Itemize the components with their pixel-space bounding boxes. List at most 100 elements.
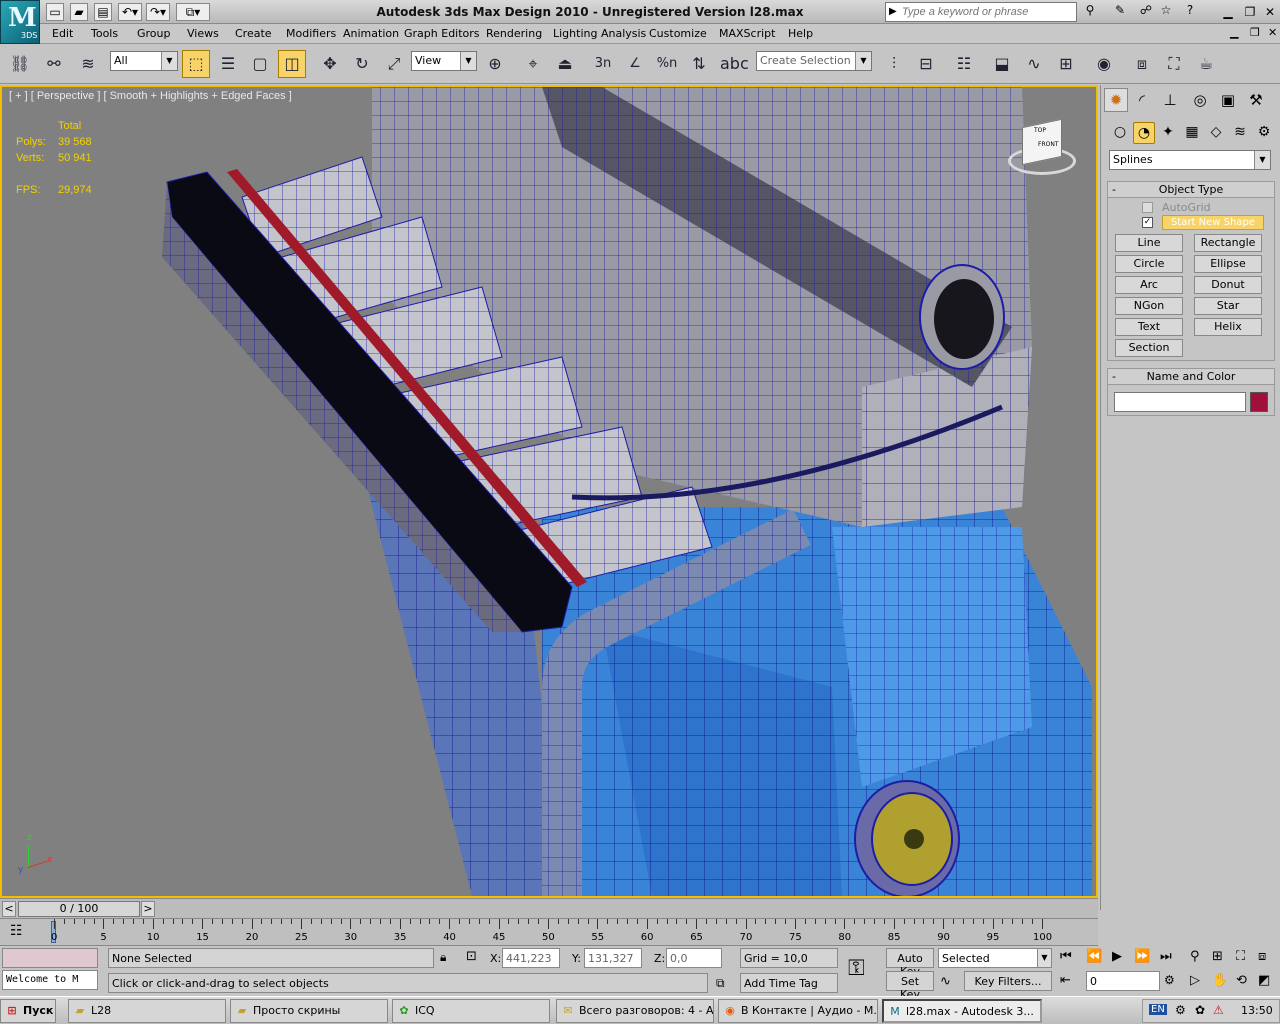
start-new-shape-button[interactable]: Start New Shape <box>1162 215 1264 230</box>
menu-graph-editors[interactable]: Graph Editors <box>404 27 480 40</box>
minimize-icon[interactable]: ▁ <box>1220 4 1236 20</box>
project-folder-icon[interactable]: ⧉▾ <box>176 3 210 21</box>
select-and-link-icon[interactable]: ⛓ <box>6 50 34 78</box>
geometry-category-icon[interactable]: ○ <box>1109 122 1131 144</box>
absolute-mode-icon[interactable]: ⊡ <box>466 949 477 964</box>
motion-tab-icon[interactable]: ◎ <box>1188 88 1212 112</box>
menu-help[interactable]: Help <box>788 27 813 40</box>
shape-type-combo[interactable]: Splines ▼ <box>1109 150 1271 170</box>
subscription-icon[interactable]: ✎ <box>1110 3 1130 21</box>
modify-tab-icon[interactable]: ◜ <box>1130 88 1154 112</box>
time-config-icon[interactable]: ⚙ <box>1164 973 1175 987</box>
keyboard-shortcut-icon[interactable]: ⏏ <box>551 50 579 78</box>
time-slider-thumb[interactable]: 0 / 100 <box>18 901 140 917</box>
search-expand-icon[interactable]: ▶ <box>889 6 897 17</box>
task-conversations[interactable]: ✉ Всего разговоров: 4 - А... <box>556 999 714 1023</box>
schematic-view-icon[interactable]: ⊞ <box>1052 50 1080 78</box>
create-tab-icon[interactable]: ✹ <box>1104 88 1128 112</box>
utilities-tab-icon[interactable]: ⚒ <box>1244 88 1268 112</box>
render-setup-icon[interactable]: ⧈ <box>1128 50 1156 78</box>
menu-lighting-analysis[interactable]: Lighting Analysis <box>553 27 646 40</box>
go-to-start-icon[interactable]: ⏮ <box>1060 949 1072 964</box>
close-icon[interactable]: ✕ <box>1262 4 1278 20</box>
zoom-extents-all-icon[interactable]: ⧈ <box>1258 949 1266 964</box>
restore-icon[interactable]: ❐ <box>1242 4 1258 20</box>
graphite-modeling-icon[interactable]: ⬓ <box>988 50 1016 78</box>
pan-icon[interactable]: ✋ <box>1212 973 1228 988</box>
search-input[interactable] <box>886 3 1076 21</box>
key-icon[interactable]: ⚿ <box>848 956 865 981</box>
select-by-name-icon[interactable]: ☰ <box>214 50 242 78</box>
task-browser[interactable]: ◉ В Контакте | Аудио - М... <box>718 999 878 1023</box>
new-file-icon[interactable]: ▭ <box>46 3 64 21</box>
time-prev-icon[interactable]: < <box>2 901 16 917</box>
object-name-field[interactable] <box>1114 392 1246 412</box>
display-tab-icon[interactable]: ▣ <box>1216 88 1240 112</box>
object-color-swatch[interactable] <box>1250 392 1268 412</box>
spinner-snap-icon[interactable]: ⇅ <box>685 50 713 78</box>
text-button[interactable]: Text <box>1115 318 1183 336</box>
doc-restore-icon[interactable]: ❐ <box>1250 26 1260 39</box>
field-of-view-icon[interactable]: ▷ <box>1190 973 1200 988</box>
autogrid-checkbox[interactable] <box>1142 202 1153 213</box>
current-frame-field[interactable]: 0 <box>1086 971 1160 991</box>
chevron-down-icon[interactable]: ▼ <box>1037 949 1051 967</box>
key-mode-toggle-icon[interactable]: ⇤ <box>1060 973 1071 988</box>
doc-minimize-icon[interactable]: ▁ <box>1230 26 1238 39</box>
unlink-icon[interactable]: ⚯ <box>40 50 68 78</box>
align-icon[interactable]: ⊟ <box>912 50 940 78</box>
circle-button[interactable]: Circle <box>1115 255 1183 273</box>
select-manipulate-icon[interactable]: ⌖ <box>519 50 547 78</box>
donut-button[interactable]: Donut <box>1194 276 1262 294</box>
z-coord-field[interactable]: 0,0 <box>666 948 722 968</box>
menu-edit[interactable]: Edit <box>52 27 73 40</box>
shapes-category-icon[interactable]: ◔ <box>1133 122 1155 144</box>
named-selection-combo[interactable]: Create Selection Se ▼ <box>756 51 872 71</box>
binoculars-icon[interactable]: ⚲ <box>1080 3 1100 21</box>
add-time-tag-button[interactable]: Add Time Tag <box>740 973 838 993</box>
doc-close-icon[interactable]: ✕ <box>1268 26 1277 39</box>
angle-snap-icon[interactable]: ∠ <box>621 50 649 78</box>
percent-snap-icon[interactable]: %n <box>653 50 681 78</box>
star-button[interactable]: Star <box>1194 297 1262 315</box>
rectangle-button[interactable]: Rectangle <box>1194 234 1262 252</box>
undo-icon[interactable]: ↶▾ <box>118 3 142 21</box>
pivot-center-icon[interactable]: ⊕ <box>481 50 509 78</box>
next-frame-icon[interactable]: ⏩ <box>1134 949 1150 964</box>
open-file-icon[interactable]: ▰ <box>70 3 88 21</box>
time-next-icon[interactable]: > <box>141 901 155 917</box>
menu-animation[interactable]: Animation <box>343 27 399 40</box>
curve-editor-mini-icon[interactable]: ☷ <box>10 923 23 939</box>
save-file-icon[interactable]: ▤ <box>94 3 112 21</box>
app-logo[interactable]: M 3DS <box>0 0 40 44</box>
menu-views[interactable]: Views <box>187 27 219 40</box>
systems-category-icon[interactable]: ⚙ <box>1253 122 1275 144</box>
chevron-down-icon[interactable]: ▼ <box>460 52 476 70</box>
space-warps-category-icon[interactable]: ≋ <box>1229 122 1251 144</box>
curve-editor-icon[interactable]: ∿ <box>1020 50 1048 78</box>
mirror-icon[interactable]: ⫶ <box>880 50 908 78</box>
ellipse-button[interactable]: Ellipse <box>1194 255 1262 273</box>
x-coord-field[interactable]: 441,223 <box>502 948 560 968</box>
maxscript-listener-pink[interactable] <box>2 948 98 968</box>
communication-icon[interactable]: ☍ <box>1136 3 1156 21</box>
zoom-all-icon[interactable]: ⊞ <box>1212 949 1223 964</box>
tray-icq-icon[interactable]: ✿ <box>1195 1003 1205 1017</box>
collapse-icon[interactable]: - <box>1112 369 1116 384</box>
material-editor-icon[interactable]: ◉ <box>1090 50 1118 78</box>
menu-modifiers[interactable]: Modifiers <box>286 27 336 40</box>
edit-named-selection-icon[interactable]: abc <box>719 50 749 78</box>
maximize-viewport-icon[interactable]: ◩ <box>1258 973 1270 988</box>
search-box[interactable]: ▶ <box>885 2 1077 22</box>
zoom-icon[interactable]: ⚲ <box>1190 949 1200 964</box>
maxscript-mini-listener[interactable]: Welcome to M <box>2 970 98 990</box>
tray-app-icon[interactable]: ⚠ <box>1213 1003 1224 1017</box>
time-slider-track[interactable]: < 0 / 100 > <box>0 898 1098 918</box>
helpers-category-icon[interactable]: ◇ <box>1205 122 1227 144</box>
go-to-end-icon[interactable]: ⏭ <box>1160 949 1172 964</box>
viewcube[interactable]: TOP FRONT <box>1006 117 1078 179</box>
orbit-icon[interactable]: ⟲ <box>1236 973 1247 988</box>
previous-frame-icon[interactable]: ⏪ <box>1086 949 1102 964</box>
help-icon[interactable]: ? <box>1180 3 1200 21</box>
move-icon[interactable]: ✥ <box>316 50 344 78</box>
